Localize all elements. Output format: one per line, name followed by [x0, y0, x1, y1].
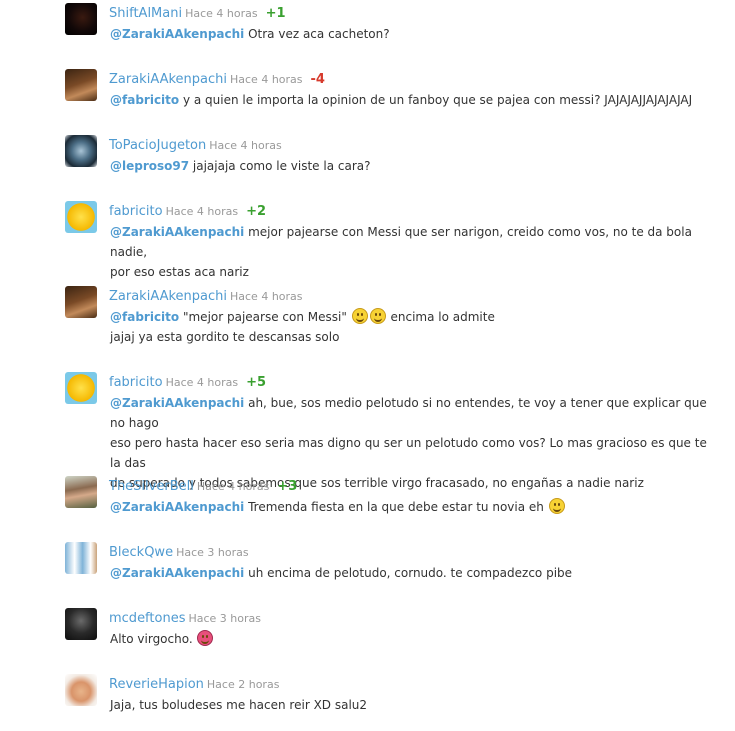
comment-score: +3 [277, 479, 298, 494]
comment-body: Alto virgocho. [110, 629, 710, 649]
comment-text: eso pero hasta hacer eso seria mas digno… [110, 436, 707, 470]
comment-score: +2 [246, 204, 267, 219]
comment-score: +5 [246, 375, 267, 390]
comment-text: uh encima de pelotudo, cornudo. te compa… [244, 566, 573, 580]
user-mention[interactable]: @fabricito [110, 93, 179, 107]
comment-username[interactable]: fabricito [109, 204, 163, 219]
comment-time: Hace 4 horas [230, 73, 303, 86]
comment-time: Hace 4 horas [209, 139, 282, 152]
comment-time: Hace 2 horas [206, 678, 280, 691]
comment-time: Hace 4 horas [230, 290, 303, 303]
comment-score: +1 [265, 6, 286, 21]
comment-body: @leproso97 jajajaja como le viste la car… [110, 156, 710, 176]
avatar[interactable] [65, 286, 97, 318]
comment-time: Hace 4 horas [165, 376, 239, 389]
avatar[interactable] [65, 608, 97, 640]
comment-text: Alto virgocho. [110, 632, 197, 646]
user-mention[interactable]: @ZarakiAAkenpachi [110, 500, 244, 514]
avatar[interactable] [65, 674, 97, 706]
comment-body: @fabricito y a quien le importa la opini… [110, 90, 710, 110]
comment-username[interactable]: mcdeftones [109, 611, 185, 626]
comment-body: @ZarakiAAkenpachi uh encima de pelotudo,… [110, 563, 710, 583]
comment-text: jajaj ya esta gordito te descansas solo [110, 330, 340, 344]
comment-text: y a quien le importa la opinion de un fa… [179, 93, 693, 107]
avatar[interactable] [65, 372, 97, 404]
comment-text: Jaja, tus boludeses me hacen reir XD sal… [110, 698, 368, 712]
smile-emoji-icon [548, 498, 565, 514]
avatar[interactable] [65, 476, 97, 508]
comment-time: Hace 4 horas [196, 480, 270, 493]
comment-time: Hace 3 horas [188, 612, 261, 625]
user-mention[interactable]: @ZarakiAAkenpachi [110, 225, 244, 239]
comment-text: por eso estas aca nariz [110, 265, 249, 279]
avatar[interactable] [65, 542, 97, 574]
avatar[interactable] [65, 135, 97, 167]
comment-time: Hace 3 horas [176, 546, 249, 559]
avatar[interactable] [65, 69, 97, 101]
user-mention[interactable]: @fabricito [110, 310, 179, 324]
comment-username[interactable]: ReverieHapion [109, 677, 204, 692]
avatar[interactable] [65, 3, 97, 35]
comment-username[interactable]: fabricito [109, 375, 163, 390]
comment-username[interactable]: TheSilverBell [109, 479, 194, 494]
user-mention[interactable]: @ZarakiAAkenpachi [110, 396, 244, 410]
laughing-emoji-icon [351, 308, 368, 324]
comment-time: Hace 4 horas [165, 205, 239, 218]
comment-username[interactable]: ToPacioJugeton [109, 138, 206, 153]
user-mention[interactable]: @leproso97 [110, 159, 189, 173]
comment-text: Otra vez aca cacheton? [244, 27, 390, 41]
user-mention[interactable]: @ZarakiAAkenpachi [110, 27, 244, 41]
comment-time: Hace 4 horas [185, 7, 258, 20]
devil-emoji-icon [197, 630, 214, 646]
comment-body: @fabricito "mejor pajearse con Messi" en… [110, 307, 710, 347]
comment-username[interactable]: ShiftAlMani [109, 6, 182, 21]
comment-text: encima lo admite [386, 310, 495, 324]
comment-text: Tremenda fiesta en la que debe estar tu … [244, 500, 548, 514]
comment-username[interactable]: BleckQwe [109, 545, 173, 560]
user-mention[interactable]: @ZarakiAAkenpachi [110, 566, 244, 580]
comment-body: Jaja, tus boludeses me hacen reir XD sal… [110, 695, 710, 715]
comment-body: @ZarakiAAkenpachi Tremenda fiesta en la … [110, 497, 710, 517]
comment-body: @ZarakiAAkenpachi Otra vez aca cacheton? [110, 24, 710, 44]
comment-text: jajajaja como le viste la cara? [189, 159, 371, 173]
avatar[interactable] [65, 201, 97, 233]
comment-username[interactable]: ZarakiAAkenpachi [109, 289, 227, 304]
comment-text: "mejor pajearse con Messi" [179, 310, 351, 324]
comment-score: -4 [310, 72, 325, 87]
comment-body: @ZarakiAAkenpachi mejor pajearse con Mes… [110, 222, 710, 282]
comment-username[interactable]: ZarakiAAkenpachi [109, 72, 227, 87]
laughing-emoji-icon [369, 308, 386, 324]
